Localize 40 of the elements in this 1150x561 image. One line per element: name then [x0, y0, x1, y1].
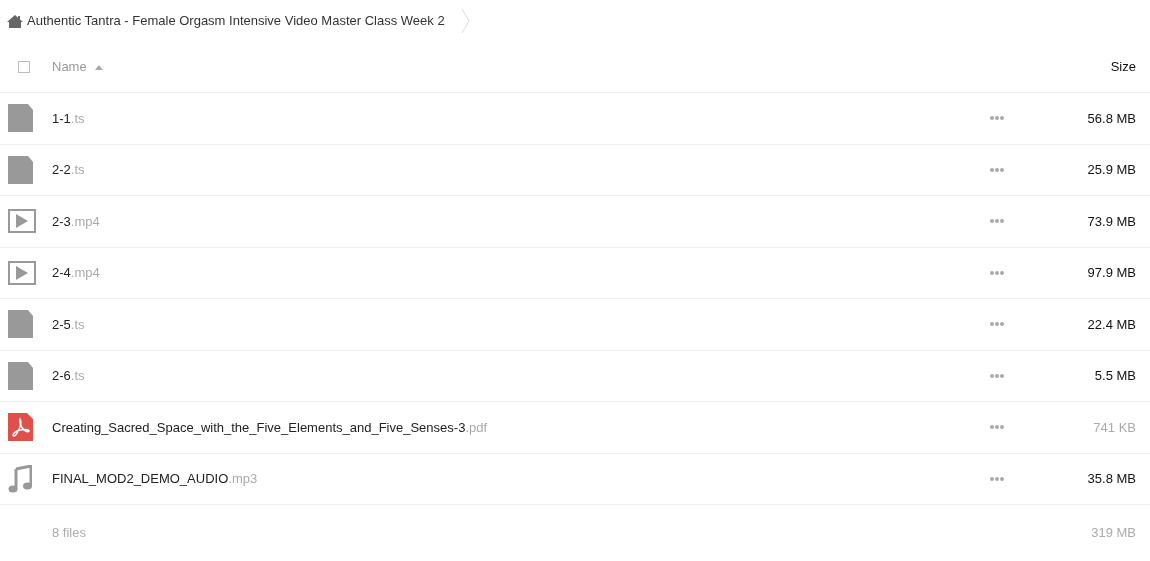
more-icon[interactable] — [990, 270, 1004, 275]
more-icon[interactable] — [990, 322, 1004, 327]
file-name[interactable]: 2-4.mp4 — [52, 263, 100, 283]
more-icon[interactable] — [990, 373, 1004, 378]
file-size: 97.9 MB — [1086, 264, 1137, 282]
chevron-icon — [460, 8, 470, 34]
file-icon — [8, 104, 34, 133]
file-icon — [8, 310, 34, 339]
file-size: 22.4 MB — [1086, 315, 1137, 334]
pdf-icon — [8, 413, 33, 442]
file-icon — [8, 155, 34, 184]
file-size: 56.8 MB — [1086, 109, 1137, 128]
file-name[interactable]: 2-2.ts — [52, 160, 85, 180]
file-name[interactable]: 2-6.ts — [52, 366, 85, 386]
music-note-icon — [8, 464, 32, 493]
file-size: 741 KB — [1092, 418, 1137, 437]
more-icon[interactable] — [990, 116, 1004, 121]
file-icon — [8, 361, 34, 390]
file-name[interactable]: FINAL_MOD2_DEMO_AUDIO.mp3 — [52, 469, 258, 489]
sort-arrow-icon[interactable] — [94, 64, 103, 70]
file-size: 73.9 MB — [1086, 212, 1137, 231]
breadcrumb-link[interactable]: Authentic Tantra - Female Orgasm Intensive Video Master Class Week 2 — [27, 11, 445, 31]
file-name[interactable]: 1-1.ts — [52, 108, 85, 128]
home-icon[interactable] — [7, 14, 23, 28]
file-name[interactable]: 2-5.ts — [52, 314, 85, 334]
play-icon — [8, 260, 36, 285]
file-name[interactable]: 2-3.mp4 — [52, 211, 100, 231]
play-icon — [8, 209, 36, 234]
file-size: 25.9 MB — [1086, 161, 1137, 179]
file-size: 35.8 MB — [1086, 470, 1137, 488]
more-icon[interactable] — [990, 219, 1004, 224]
file-name[interactable]: Creating_Sacred_Space_with_the_Five_Elements_and_Five_Senses-3.pdf — [52, 417, 488, 437]
more-icon[interactable] — [990, 476, 1004, 481]
total-size: 319 MB — [1090, 524, 1137, 543]
more-icon[interactable] — [990, 167, 1004, 172]
size-column-header[interactable]: Size — [1060, 57, 1150, 77]
more-icon[interactable] — [990, 425, 1004, 430]
file-size: 5.5 MB — [1093, 367, 1137, 385]
select-all-checkbox[interactable] — [18, 61, 30, 73]
file-count: 8 files — [52, 524, 86, 543]
